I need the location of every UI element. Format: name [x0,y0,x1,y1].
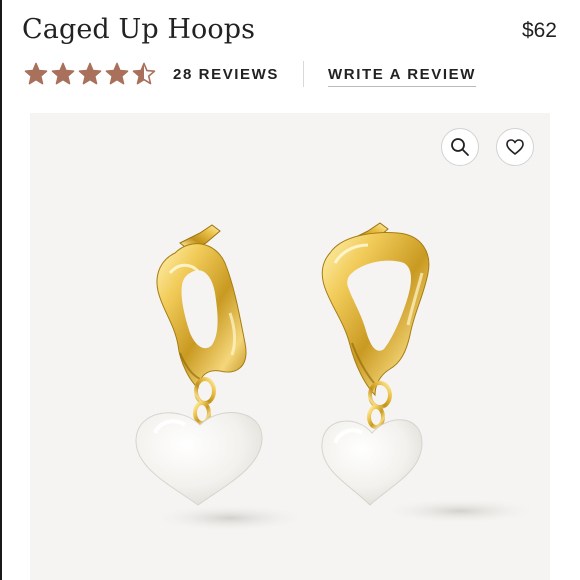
rating-divider [303,61,305,87]
star-full-icon [51,62,75,85]
product-title: Caged Up Hoops [22,14,256,45]
product-image[interactable] [30,113,550,580]
left-earring [135,224,263,506]
star-full-icon [105,62,129,85]
star-full-icon [78,62,102,85]
zoom-button[interactable] [441,128,479,166]
favorite-button[interactable] [496,128,534,166]
left-border [0,0,2,580]
write-review-link[interactable]: WRITE A REVIEW [328,66,476,87]
product-page: Caged Up Hoops $62 28 REVIEWS WRITE A RE… [0,0,580,580]
right-earring [321,222,430,506]
product-image-frame[interactable] [30,113,550,580]
star-half-icon [132,62,156,85]
star-rating[interactable] [24,62,156,86]
search-icon [451,138,469,156]
reviews-count-link[interactable]: 28 REVIEWS [173,66,279,83]
rating-row: 28 REVIEWS WRITE A REVIEW [24,60,476,88]
product-price: $62 [521,19,557,42]
star-full-icon [24,62,48,85]
heart-outline-icon [506,139,524,155]
